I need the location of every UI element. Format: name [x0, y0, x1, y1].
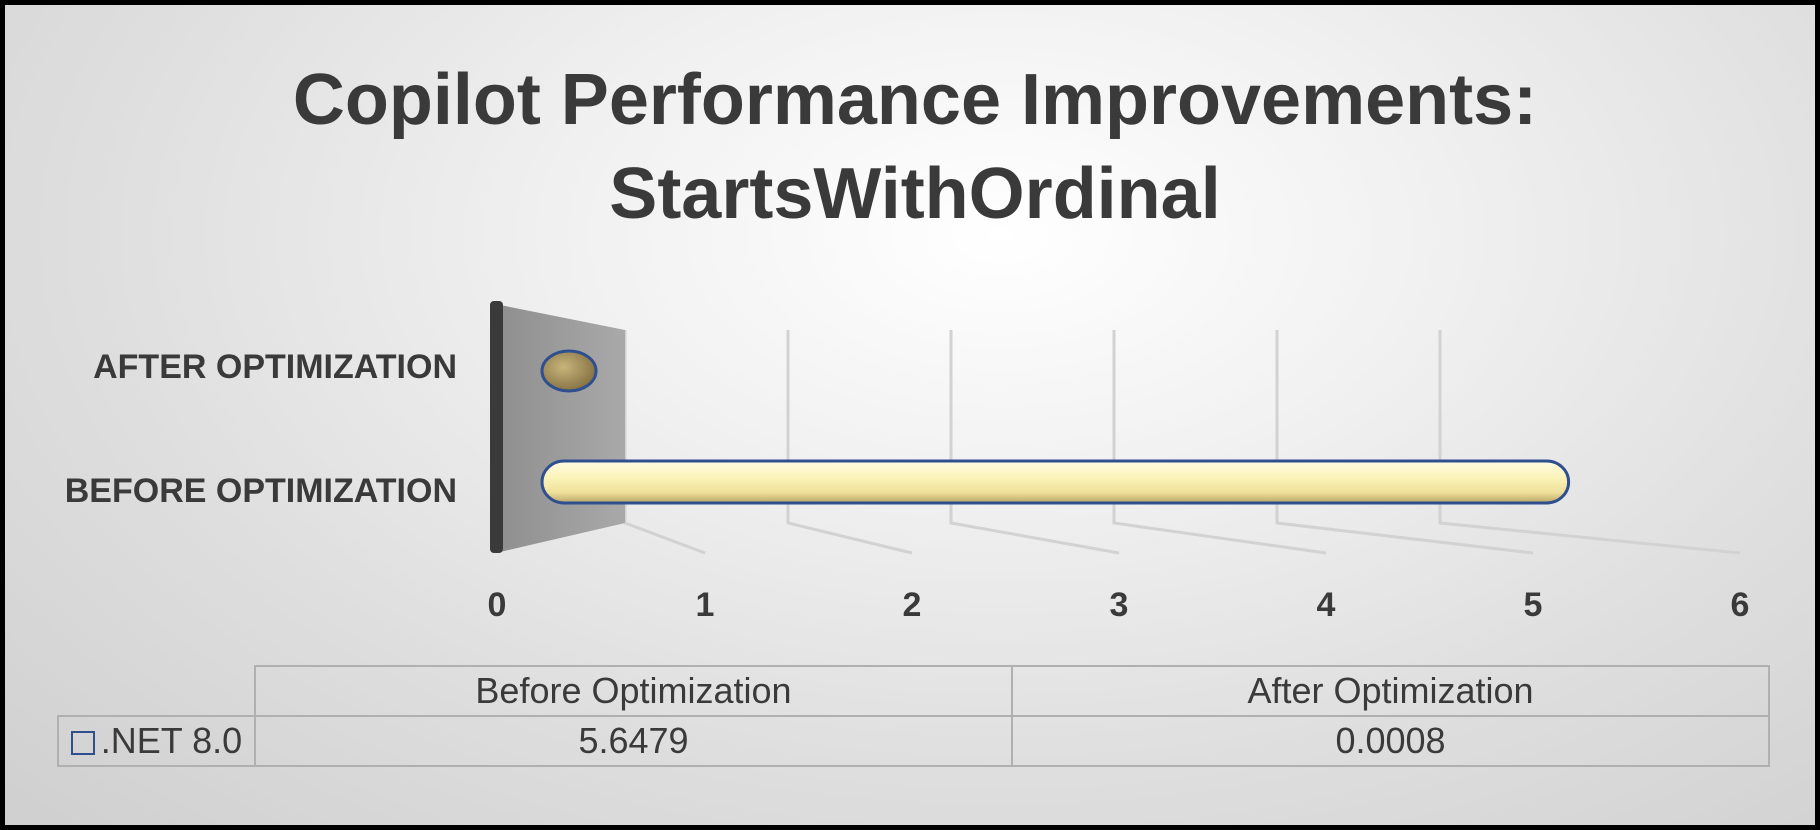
data-table-header-before: Before Optimization [254, 665, 1013, 717]
chart-frame: Copilot Performance Improvements: Starts… [0, 0, 1820, 830]
x-tick-label: 4 [1317, 586, 1336, 624]
data-table-series-label: .NET 8.0 [100, 720, 243, 761]
data-table-header-row: Before Optimization After Optimization [58, 665, 1770, 717]
category-axis-line [490, 301, 503, 553]
data-table-row: .NET 8.0 5.6479 0.0008 [57, 715, 1770, 767]
data-table-header-after: After Optimization [1011, 665, 1770, 717]
x-tick-label: 1 [696, 586, 715, 624]
legend-key-icon [70, 731, 95, 756]
bar-after-optimization [540, 349, 598, 393]
bar-before-optimization [540, 459, 1571, 505]
gridlines [623, 330, 1741, 555]
gridline [1438, 330, 1741, 555]
bars [540, 349, 1571, 505]
category-label: BEFORE OPTIMIZATION [65, 472, 457, 510]
x-tick-label: 6 [1731, 586, 1750, 624]
data-table-corner [58, 666, 256, 717]
category-label: AFTER OPTIMIZATION [93, 348, 457, 386]
x-tick-label: 0 [488, 586, 507, 624]
data-table: Before Optimization After Optimization .… [57, 665, 1770, 767]
x-tick-label: 2 [903, 586, 922, 624]
gridline [623, 330, 706, 555]
x-tick-label: 5 [1524, 586, 1543, 624]
x-tick-label: 3 [1110, 586, 1129, 624]
data-table-series-cell: .NET 8.0 [57, 715, 256, 767]
gridline [949, 330, 1120, 555]
data-table-value-before: 5.6479 [254, 715, 1013, 767]
gridline [1275, 330, 1534, 555]
category-labels: AFTER OPTIMIZATION BEFORE OPTIMIZATION [65, 348, 457, 510]
data-table-value-after: 0.0008 [1011, 715, 1770, 767]
x-tick-labels: 0 1 2 3 4 5 6 [488, 586, 1750, 624]
axis-wall [500, 305, 625, 552]
gridline [1112, 330, 1327, 555]
gridline [786, 330, 913, 555]
